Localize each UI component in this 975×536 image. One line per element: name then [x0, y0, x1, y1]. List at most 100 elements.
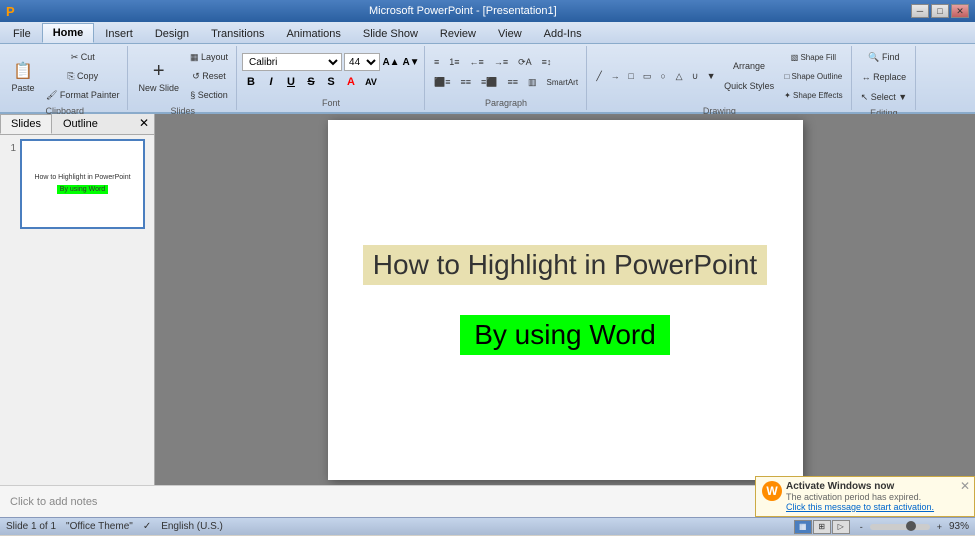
justify-button[interactable]: ≡≡ [503, 73, 522, 91]
slide-thumbnail[interactable]: How to Highlight in PowerPoint By using … [20, 139, 145, 229]
shape-line-button[interactable]: ╱ [592, 67, 606, 85]
view-slide-sorter-button[interactable]: ⊞ [813, 520, 831, 534]
copy-button[interactable]: ⎘ Copy [42, 67, 123, 85]
new-slide-button[interactable]: + New Slide [133, 56, 184, 96]
font-name-select[interactable]: Calibri [242, 53, 342, 71]
status-bar: Slide 1 of 1 "Office Theme" ✓ English (U… [0, 517, 975, 535]
minimize-button[interactable]: ─ [911, 4, 929, 18]
convert-smartart-button[interactable]: SmartArt [543, 73, 583, 91]
zoom-thumb [906, 521, 916, 531]
activate-link[interactable]: Click this message to start activation. [786, 502, 968, 512]
new-slide-icon: + [147, 59, 171, 83]
slide-thumbnails: 1 How to Highlight in PowerPoint By usin… [0, 135, 154, 485]
maximize-button[interactable]: □ [931, 4, 949, 18]
tab-addins[interactable]: Add-Ins [533, 24, 593, 43]
replace-button[interactable]: ↔ Replace [857, 68, 911, 86]
status-right: ▦ ⊞ ▷ - + 93% [794, 518, 969, 536]
shape-oval-button[interactable]: ○ [656, 67, 670, 85]
ribbon-group-font: Calibri 44 A▲ A▼ B I U S S A AV [238, 46, 425, 110]
tab-slideshow[interactable]: Slide Show [352, 24, 429, 43]
shape-fill-button[interactable]: ▧ Shape Fill [780, 48, 847, 66]
slide-area: How to Highlight in PowerPoint By using … [155, 114, 975, 485]
add-notes-text: Click to add notes [10, 496, 97, 508]
slide-main-title[interactable]: How to Highlight in PowerPoint [363, 245, 767, 285]
tab-view[interactable]: View [487, 24, 533, 43]
paste-icon: 📋 [11, 59, 35, 83]
tab-home[interactable]: Home [42, 23, 95, 43]
find-button[interactable]: 🔍 Find [857, 48, 911, 66]
font-color-button[interactable]: A [342, 73, 360, 91]
align-left-button[interactable]: ⬛≡ [430, 73, 454, 91]
view-reading-button[interactable]: ▷ [832, 520, 850, 534]
paste-button[interactable]: 📋 Paste [6, 56, 40, 96]
tab-review[interactable]: Review [429, 24, 487, 43]
slide-canvas[interactable]: How to Highlight in PowerPoint By using … [328, 120, 803, 480]
font-shrink-button[interactable]: A▼ [402, 53, 420, 71]
zoom-slider[interactable] [870, 524, 930, 530]
align-right-button[interactable]: ≡⬛ [477, 73, 501, 91]
text-direction-button[interactable]: ⟳A [514, 53, 536, 71]
shape-rect-button[interactable]: □ [624, 67, 638, 85]
app-icon: P [6, 4, 15, 19]
main-area: Slides Outline ✕ 1 How to Highlight in P… [0, 114, 975, 485]
title-bar-controls: ─ □ ✕ [911, 4, 969, 18]
decrease-indent-button[interactable]: ←≡ [466, 53, 488, 71]
activate-close-button[interactable]: ✕ [960, 479, 970, 493]
zoom-out-button[interactable]: - [856, 518, 867, 536]
shape-more-button[interactable]: ▼ [704, 67, 718, 85]
arrange-button[interactable]: Arrange [720, 57, 778, 75]
tab-insert[interactable]: Insert [94, 24, 144, 43]
shape-effects-button[interactable]: ✦ Shape Effects [780, 86, 847, 104]
list-item: 1 How to Highlight in PowerPoint By usin… [4, 139, 150, 229]
section-button[interactable]: § Section [186, 86, 232, 104]
spell-check-icon[interactable]: ✓ [143, 521, 151, 532]
columns-button[interactable]: ▥ [524, 73, 541, 91]
shape-triangle-button[interactable]: △ [672, 67, 686, 85]
tab-animations[interactable]: Animations [275, 24, 351, 43]
tab-slides-panel[interactable]: Slides [0, 114, 52, 134]
quick-styles-button[interactable]: Quick Styles [720, 77, 778, 95]
cut-button[interactable]: ✂ Cut [42, 48, 123, 66]
ribbon-group-editing: 🔍 Find ↔ Replace ↖ Select ▼ Editing [853, 46, 916, 110]
panel-close-button[interactable]: ✕ [134, 114, 154, 134]
tab-file[interactable]: File [2, 24, 42, 43]
reset-button[interactable]: ↺ Reset [186, 67, 232, 85]
increase-indent-button[interactable]: →≡ [490, 53, 512, 71]
activate-windows-popup: W Activate Windows now The activation pe… [755, 476, 975, 517]
align-center-button[interactable]: ≡≡ [456, 73, 475, 91]
strikethrough-button[interactable]: S [302, 73, 320, 91]
tab-design[interactable]: Design [144, 24, 200, 43]
align-text-button[interactable]: ≡↕ [538, 53, 556, 71]
tab-transitions[interactable]: Transitions [200, 24, 275, 43]
para-row-2: ⬛≡ ≡≡ ≡⬛ ≡≡ ▥ SmartArt [430, 73, 582, 91]
numbering-button[interactable]: 1≡ [445, 53, 463, 71]
slides-content: + New Slide ▦ Layout ↺ Reset § Section [133, 48, 232, 104]
font-content: Calibri 44 A▲ A▼ B I U S S A AV [242, 48, 420, 96]
slide-subtitle[interactable]: By using Word [460, 315, 670, 355]
format-painter-button[interactable]: 🖌 Format Painter [42, 86, 123, 104]
underline-button[interactable]: U [282, 73, 300, 91]
view-normal-button[interactable]: ▦ [794, 520, 812, 534]
bold-button[interactable]: B [242, 73, 260, 91]
title-bar-title: Microsoft PowerPoint - [Presentation1] [15, 5, 911, 17]
status-left: Slide 1 of 1 "Office Theme" ✓ English (U… [6, 521, 223, 532]
activate-title: Activate Windows now [786, 481, 968, 492]
close-button[interactable]: ✕ [951, 4, 969, 18]
shape-curve-button[interactable]: ∪ [688, 67, 702, 85]
para-area: ≡ 1≡ ←≡ →≡ ⟳A ≡↕ ⬛≡ ≡≡ ≡⬛ ≡≡ ▥ SmartArt [430, 53, 582, 91]
font-grow-button[interactable]: A▲ [382, 53, 400, 71]
layout-button[interactable]: ▦ Layout [186, 48, 232, 66]
italic-button[interactable]: I [262, 73, 280, 91]
bullets-button[interactable]: ≡ [430, 53, 443, 71]
shape-outline-button[interactable]: □ Shape Outline [780, 67, 847, 85]
select-button[interactable]: ↖ Select ▼ [857, 88, 911, 106]
title-bar: P Microsoft PowerPoint - [Presentation1]… [0, 0, 975, 22]
char-spacing-button[interactable]: AV [362, 73, 380, 91]
font-size-select[interactable]: 44 [344, 53, 380, 71]
shape-rounded-button[interactable]: ▭ [640, 67, 654, 85]
tab-outline-panel[interactable]: Outline [52, 114, 109, 134]
zoom-in-button[interactable]: + [933, 518, 946, 536]
font-area: Calibri 44 A▲ A▼ B I U S S A AV [242, 53, 420, 91]
shape-arrow-button[interactable]: → [608, 67, 622, 85]
shadow-button[interactable]: S [322, 73, 340, 91]
